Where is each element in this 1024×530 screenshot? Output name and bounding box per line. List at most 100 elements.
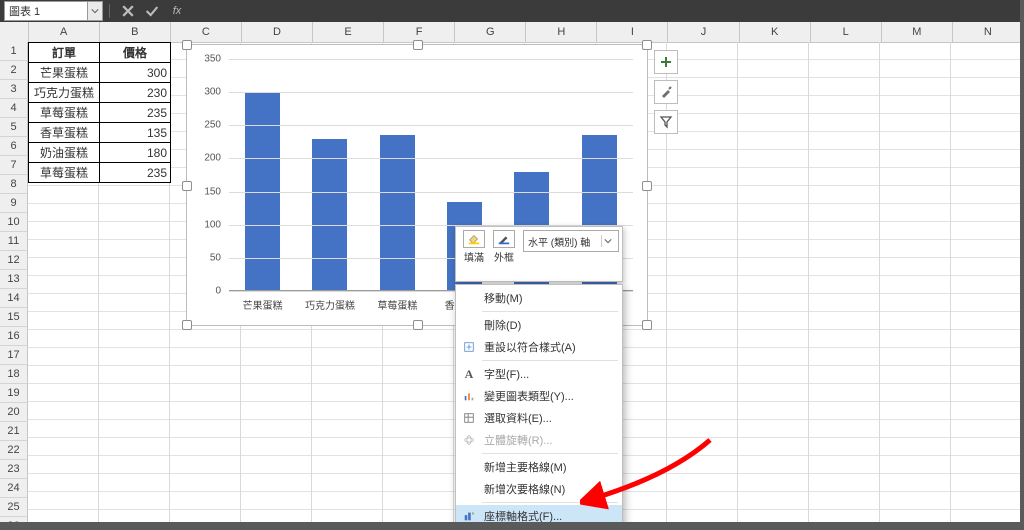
cell-price[interactable]: 235: [100, 163, 171, 183]
cell-price[interactable]: 300: [100, 63, 171, 83]
cancel-formula-button[interactable]: [120, 3, 136, 19]
mini-fill[interactable]: 填滿: [463, 230, 485, 264]
menu-item-move[interactable]: 移動(M): [456, 287, 622, 309]
row-header[interactable]: 7: [0, 156, 28, 175]
row-header[interactable]: 20: [0, 403, 28, 422]
row-header[interactable]: 21: [0, 422, 28, 441]
cell-price[interactable]: 235: [100, 103, 171, 123]
column-header[interactable]: L: [811, 22, 882, 42]
name-box[interactable]: 圖表 1: [4, 1, 88, 21]
y-tick-label: 250: [204, 120, 221, 131]
column-header[interactable]: G: [455, 22, 526, 42]
mini-toolbar[interactable]: 填滿 外框 水平 (類別) 軸: [455, 226, 623, 282]
row-header[interactable]: 5: [0, 118, 28, 137]
y-axis-labels: 050100150200250300350: [187, 59, 225, 291]
row-header[interactable]: 11: [0, 232, 28, 251]
row-header[interactable]: 24: [0, 479, 28, 498]
resize-handle[interactable]: [413, 320, 423, 330]
cell-name[interactable]: 草莓蛋糕: [29, 103, 100, 123]
row-header[interactable]: 22: [0, 441, 28, 460]
gridline: [229, 92, 633, 93]
row-header[interactable]: 2: [0, 61, 28, 80]
fill-swatch[interactable]: [463, 230, 485, 248]
gridline: [229, 125, 633, 126]
x-tick-label[interactable]: 草莓蛋糕: [377, 297, 417, 312]
row-header[interactable]: 14: [0, 289, 28, 308]
row-header[interactable]: 16: [0, 327, 28, 346]
menu-item-font[interactable]: A字型(F)...: [456, 363, 622, 385]
cell-price[interactable]: 230: [100, 83, 171, 103]
mini-fill-label: 填滿: [464, 249, 484, 264]
column-header[interactable]: D: [242, 22, 313, 42]
formula-bar-input[interactable]: [188, 2, 1020, 20]
menu-item-select-data[interactable]: 選取資料(E)...: [456, 407, 622, 429]
data-table[interactable]: 訂單價格 芒果蛋糕300 巧克力蛋糕230 草莓蛋糕235 香草蛋糕135 奶油…: [28, 42, 171, 183]
column-header[interactable]: N: [953, 22, 1024, 42]
pen-icon: [497, 232, 511, 246]
row-header[interactable]: 15: [0, 308, 28, 327]
row-header[interactable]: 12: [0, 251, 28, 270]
mini-outline[interactable]: 外框: [493, 230, 515, 264]
column-header[interactable]: K: [740, 22, 811, 42]
x-tick-label[interactable]: 巧克力蛋糕: [305, 297, 355, 312]
cell-price[interactable]: 180: [100, 143, 171, 163]
cell-name[interactable]: 芒果蛋糕: [29, 63, 100, 83]
column-header[interactable]: B: [100, 22, 171, 42]
resize-handle[interactable]: [642, 40, 652, 50]
resize-handle[interactable]: [182, 40, 192, 50]
cell-name[interactable]: 香草蛋糕: [29, 123, 100, 143]
outline-swatch[interactable]: [493, 230, 515, 248]
row-header[interactable]: 23: [0, 460, 28, 479]
row-header[interactable]: 3: [0, 80, 28, 99]
menu-item-delete[interactable]: 刪除(D): [456, 314, 622, 336]
cell-price[interactable]: 135: [100, 123, 171, 143]
menu-item-add-minor-grid[interactable]: 新增次要格線(N): [456, 478, 622, 500]
resize-handle[interactable]: [642, 181, 652, 191]
row-header[interactable]: 19: [0, 384, 28, 403]
chart-styles-button[interactable]: [654, 80, 678, 104]
row-header[interactable]: 17: [0, 346, 28, 365]
mini-element-selector[interactable]: 水平 (類別) 軸: [523, 230, 619, 252]
chart-filters-button[interactable]: [654, 110, 678, 134]
column-header[interactable]: A: [29, 22, 100, 42]
row-header[interactable]: 8: [0, 175, 28, 194]
row-header[interactable]: 4: [0, 99, 28, 118]
cell-name[interactable]: 奶油蛋糕: [29, 143, 100, 163]
context-menu[interactable]: 移動(M) 刪除(D)重設以符合樣式(A) A字型(F)...變更圖表類型(Y)..…: [455, 284, 623, 530]
select-all-corner[interactable]: [0, 22, 29, 42]
enter-formula-button[interactable]: [144, 3, 160, 19]
y-tick-label: 350: [204, 54, 221, 65]
insert-function-button[interactable]: fx: [168, 3, 184, 19]
table-row: 草莓蛋糕235: [29, 103, 171, 123]
column-header[interactable]: C: [171, 22, 242, 42]
row-header[interactable]: 1: [0, 42, 28, 61]
cell-name[interactable]: 草莓蛋糕: [29, 163, 100, 183]
column-header[interactable]: E: [313, 22, 384, 42]
bar[interactable]: [312, 139, 347, 291]
menu-separator: [482, 502, 618, 503]
resize-handle[interactable]: [182, 320, 192, 330]
row-header[interactable]: 9: [0, 194, 28, 213]
resize-handle[interactable]: [413, 40, 423, 50]
cell-name[interactable]: 巧克力蛋糕: [29, 83, 100, 103]
column-header[interactable]: M: [882, 22, 953, 42]
chart-type-icon: [462, 389, 476, 403]
menu-item-add-major-grid[interactable]: 新增主要格線(M): [456, 456, 622, 478]
column-header[interactable]: I: [597, 22, 668, 42]
row-header[interactable]: 18: [0, 365, 28, 384]
row-header[interactable]: 13: [0, 270, 28, 289]
row-header[interactable]: 6: [0, 137, 28, 156]
name-box-dropdown[interactable]: [88, 1, 103, 21]
chart-elements-button[interactable]: [654, 50, 678, 74]
row-header[interactable]: 10: [0, 213, 28, 232]
x-icon: [120, 3, 136, 19]
column-header[interactable]: F: [384, 22, 455, 42]
x-tick-label[interactable]: 芒果蛋糕: [243, 297, 283, 312]
column-header[interactable]: J: [668, 22, 739, 42]
menu-item-change-type[interactable]: 變更圖表類型(Y)...: [456, 385, 622, 407]
resize-handle[interactable]: [642, 320, 652, 330]
column-header[interactable]: H: [526, 22, 597, 42]
menu-separator: [482, 311, 618, 312]
row-header[interactable]: 25: [0, 498, 28, 517]
menu-item-reset[interactable]: 重設以符合樣式(A): [456, 336, 622, 358]
